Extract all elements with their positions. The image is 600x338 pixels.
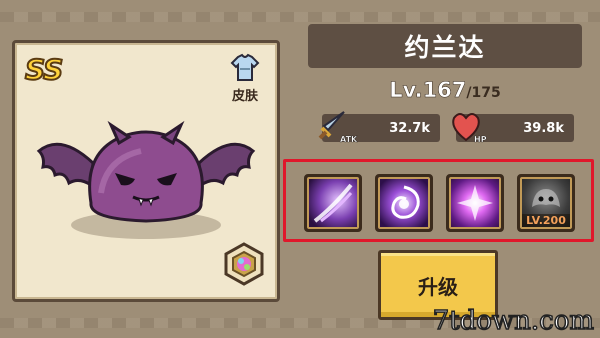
skill-unlock-level: LV.200 (522, 214, 570, 227)
character-card: SS 皮肤 (12, 40, 280, 302)
background-stripe (0, 12, 600, 22)
rainbow-gem-button[interactable] (221, 241, 267, 287)
current-level: Lv.167 (389, 78, 467, 103)
max-level: /175 (466, 85, 501, 101)
level-display: Lv.167/175 (308, 78, 582, 103)
hp-tag: HP (474, 135, 487, 144)
atk-stat: ATK 32.7k (318, 111, 440, 144)
skill-slot-2[interactable] (375, 174, 433, 232)
upgrade-label: 升级 (418, 274, 458, 299)
skill-frame (378, 177, 430, 229)
character-name-plate: 约兰达 (308, 24, 582, 68)
shirt-icon (230, 53, 260, 81)
atk-tag: ATK (340, 135, 358, 144)
hp-stat: HP 39.8k (452, 113, 574, 144)
skill-frame (449, 177, 501, 229)
bat-slime-character (36, 120, 256, 239)
character-name: 约兰达 (404, 33, 486, 62)
hp-value: 39.8k (523, 120, 564, 136)
atk-value: 32.7k (389, 120, 430, 136)
skill-slot-3[interactable] (446, 174, 504, 232)
skill-slot-1[interactable] (304, 174, 362, 232)
skill-slot-4[interactable]: LV.200 (517, 174, 575, 232)
skill-frame (307, 177, 359, 229)
rarity-badge: SS (24, 52, 64, 87)
watermark: 7tdown.com (432, 305, 595, 337)
gem-icon (224, 242, 264, 286)
